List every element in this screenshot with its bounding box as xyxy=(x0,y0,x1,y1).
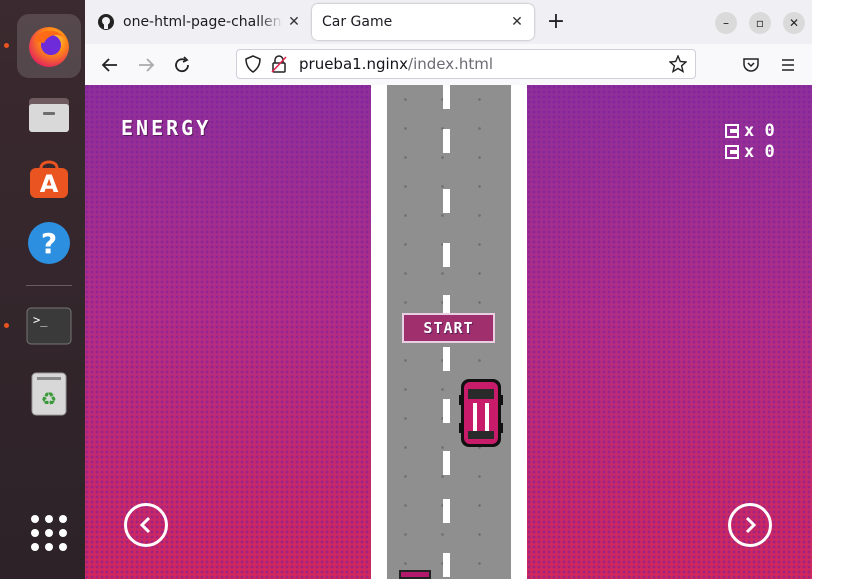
trash-icon: ♻ xyxy=(31,372,67,416)
forward-arrow-icon xyxy=(139,58,155,72)
terminal-icon: >_ xyxy=(26,307,72,345)
close-tab-icon[interactable]: ✕ xyxy=(283,14,305,30)
close-window-button[interactable]: ✕ xyxy=(783,12,805,34)
steer-right-button[interactable] xyxy=(728,503,772,547)
lane-marking xyxy=(443,499,450,523)
pocket-button[interactable] xyxy=(738,52,764,78)
counter-value: x 0 xyxy=(744,121,775,141)
lane-marking xyxy=(443,243,450,267)
coin-icon xyxy=(725,145,739,159)
reload-icon xyxy=(175,56,189,73)
trash-launcher[interactable]: ♻ xyxy=(17,362,81,426)
ubuntu-dock: A ? >_ ♻ xyxy=(0,0,85,579)
steer-left-button[interactable] xyxy=(124,503,168,547)
close-tab-icon[interactable]: ✕ xyxy=(506,14,528,30)
url-path: /index.html xyxy=(408,55,494,73)
lane-marking xyxy=(443,347,450,371)
lane-marking xyxy=(443,553,450,577)
counter-row: x 0 xyxy=(725,121,775,141)
tab-title: Car Game xyxy=(322,14,393,30)
back-arrow-icon xyxy=(101,58,117,72)
restore-button[interactable]: ▫ xyxy=(749,12,771,34)
dock-separator xyxy=(26,285,72,286)
counter-value: x 0 xyxy=(744,142,775,162)
lane-marking xyxy=(443,85,450,109)
menu-button[interactable] xyxy=(775,52,801,78)
car-game-canvas[interactable]: ENERGY x 0 x 0 START xyxy=(85,85,812,579)
svg-text:?: ? xyxy=(41,227,57,260)
url-host: prueba1.nginx xyxy=(299,55,409,73)
help-icon: ? xyxy=(28,222,70,264)
start-button[interactable]: START xyxy=(402,313,495,343)
coin-icon xyxy=(725,124,739,138)
oncoming-car xyxy=(399,570,431,579)
firefox-launcher[interactable] xyxy=(17,14,81,78)
svg-text:A: A xyxy=(40,170,59,198)
terminal-launcher[interactable]: >_ xyxy=(17,294,81,358)
lane-marking xyxy=(443,129,450,153)
url-bar[interactable]: prueba1.nginx/index.html xyxy=(236,49,696,79)
lane-marking xyxy=(443,451,450,475)
help-launcher[interactable]: ? xyxy=(17,211,81,275)
tab-github[interactable]: one-html-page-challenge ✕ xyxy=(89,4,311,40)
pocket-icon xyxy=(743,58,759,72)
back-button[interactable] xyxy=(97,52,123,78)
folder-icon xyxy=(29,98,69,132)
running-indicator xyxy=(4,323,9,328)
right-road-shoulder xyxy=(511,85,527,579)
lane-marking xyxy=(443,399,450,423)
minimize-button[interactable]: – xyxy=(715,12,737,34)
left-background xyxy=(85,85,371,579)
tab-bar: one-html-page-challenge ✕ Car Game ✕ + –… xyxy=(85,0,812,44)
github-icon xyxy=(97,13,115,31)
browser-window: one-html-page-challenge ✕ Car Game ✕ + –… xyxy=(85,0,812,579)
reload-button[interactable] xyxy=(169,52,195,78)
left-road-shoulder xyxy=(371,85,387,579)
insecure-lock-icon[interactable] xyxy=(271,55,287,73)
lane-marking xyxy=(443,189,450,213)
player-car xyxy=(459,379,503,447)
new-tab-button[interactable]: + xyxy=(543,8,569,36)
show-apps-button[interactable] xyxy=(31,515,67,551)
svg-text:♻: ♻ xyxy=(41,389,57,410)
hamburger-menu-icon xyxy=(782,59,794,71)
running-indicator xyxy=(4,43,9,48)
chevron-right-icon xyxy=(745,516,757,534)
svg-text:>_: >_ xyxy=(33,313,48,327)
chevron-left-icon xyxy=(139,516,151,534)
app-center-launcher[interactable]: A xyxy=(17,146,81,210)
navigation-bar: prueba1.nginx/index.html xyxy=(85,44,812,85)
shield-icon[interactable] xyxy=(245,55,261,73)
tab-car-game[interactable]: Car Game ✕ xyxy=(312,4,534,40)
tab-title: one-html-page-challenge xyxy=(123,14,283,30)
firefox-icon xyxy=(29,27,69,67)
bookmark-star-icon[interactable] xyxy=(669,55,687,73)
url-text: prueba1.nginx/index.html xyxy=(299,55,493,73)
forward-button[interactable] xyxy=(133,52,159,78)
store-bag-icon: A xyxy=(30,160,68,198)
counter-row: x 0 xyxy=(725,142,775,162)
files-launcher[interactable] xyxy=(17,82,81,146)
energy-label: ENERGY xyxy=(121,116,212,140)
